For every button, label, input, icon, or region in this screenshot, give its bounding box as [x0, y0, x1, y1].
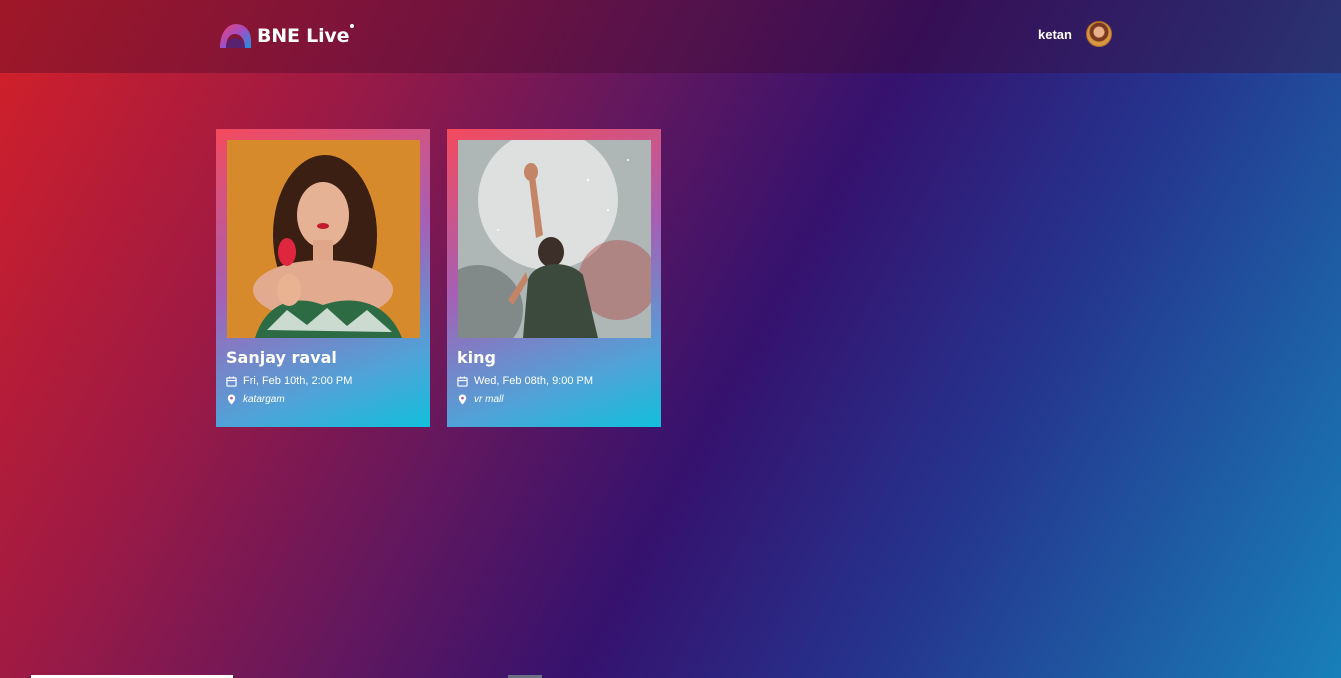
event-date-text: Wed, Feb 08th, 9:00 PM [474, 375, 594, 387]
event-location-text: katargam [243, 394, 285, 405]
map-pin-icon [458, 394, 467, 405]
map-pin-icon [227, 394, 236, 405]
bne-live-logo-icon [220, 24, 251, 48]
brand-name: BNE Live [257, 25, 350, 47]
event-location: katargam [226, 394, 285, 405]
event-image [458, 140, 651, 338]
event-card[interactable]: king Wed, Feb 08th, 9:00 PM vr mall [447, 129, 661, 427]
event-title: king [457, 348, 496, 367]
calendar-icon [457, 375, 468, 387]
event-date-text: Fri, Feb 10th, 2:00 PM [243, 375, 353, 387]
user-name: ketan [1038, 26, 1072, 42]
event-title: Sanjay raval [226, 348, 337, 367]
user-menu[interactable]: ketan [1038, 20, 1112, 48]
event-location: vr mall [457, 394, 503, 405]
event-image-photo [227, 140, 420, 338]
brand-logo-link[interactable]: BNE Live [218, 22, 355, 50]
top-nav-bar: BNE Live ketan [0, 0, 1341, 73]
calendar-icon [226, 375, 237, 387]
event-date: Wed, Feb 08th, 9:00 PM [457, 375, 593, 387]
event-image [227, 140, 420, 338]
event-location-text: vr mall [474, 394, 504, 405]
event-date: Fri, Feb 10th, 2:00 PM [226, 375, 352, 387]
user-avatar[interactable] [1085, 21, 1112, 47]
event-card[interactable]: Sanjay raval Fri, Feb 10th, 2:00 PM kata… [216, 129, 430, 427]
event-image-photo [458, 140, 651, 338]
brand-dot [350, 24, 355, 28]
